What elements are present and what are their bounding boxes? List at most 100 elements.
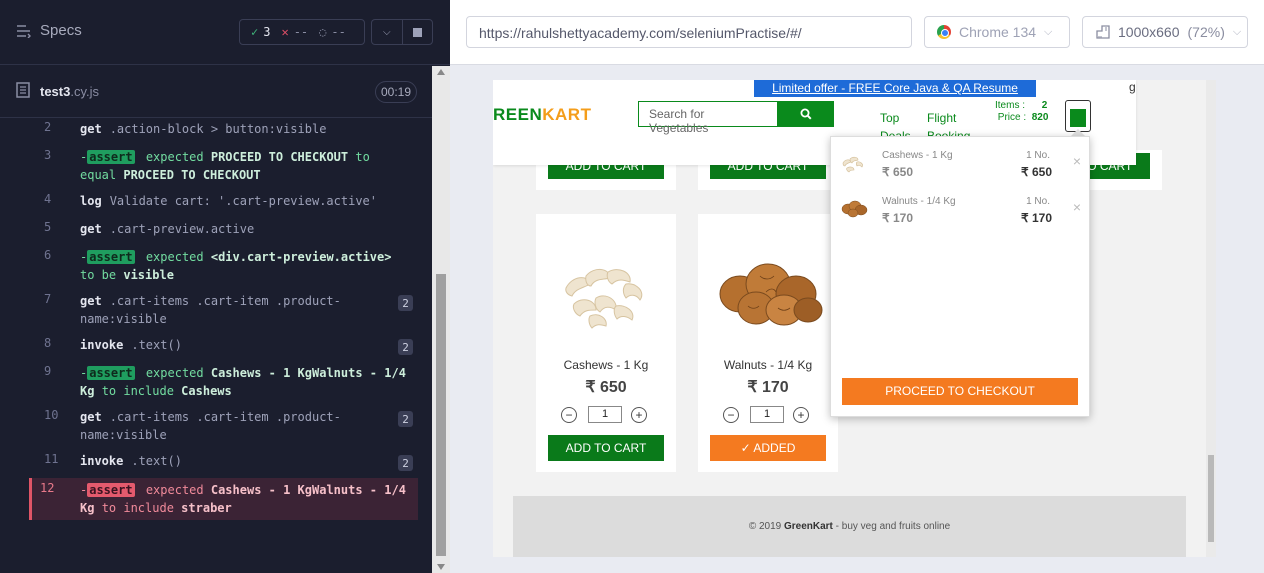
url-bar[interactable]: https://rahulshettyacademy.com/seleniumP…: [466, 16, 912, 48]
command-message: .cart-items .cart-item .product-: [109, 410, 341, 424]
limited-offer-link[interactable]: Limited offer - FREE Core Java & QA Resu…: [754, 80, 1036, 112]
add-to-cart-button[interactable]: ADD TO CART: [548, 435, 664, 461]
command-row[interactable]: 4 log Validate cart: '.cart-preview.activ…: [0, 192, 418, 212]
command-row[interactable]: 8 2 invoke .text(): [0, 336, 418, 356]
scrollbar-thumb[interactable]: [436, 274, 446, 556]
command-number: 4: [44, 192, 52, 206]
run-controls: ⌵: [371, 19, 433, 45]
assert-text: to include: [101, 384, 174, 398]
quantity-stepper: − 1 +: [561, 406, 651, 424]
nav-label: Top: [880, 111, 900, 125]
command-name: get: [80, 410, 102, 424]
spec-filename[interactable]: test3.cy.js: [40, 84, 99, 99]
stop-button[interactable]: [403, 20, 433, 44]
quantity-input[interactable]: 1: [750, 406, 784, 423]
file-icon: [16, 82, 30, 98]
items-label: Items: [995, 100, 1020, 111]
cart-item-price: ₹ 650: [882, 165, 913, 179]
assert-badge: assert: [87, 366, 135, 380]
command-row[interactable]: 9 - assert expected Cashews - 1 KgWalnuts…: [0, 364, 418, 400]
browser-name: Chrome 134: [959, 24, 1037, 40]
remove-item-icon[interactable]: ×: [1073, 153, 1081, 169]
assert-value: PROCEED TO CHECKOUT: [210, 150, 349, 164]
assert-value: Kg: [80, 501, 95, 515]
command-row[interactable]: 10 2 get .cart-items .cart-item .product-…: [0, 408, 418, 444]
command-number: 6: [44, 248, 52, 262]
command-number: 7: [44, 292, 52, 306]
command-row[interactable]: 3 - assert expected PROCEED TO CHECKOUT t…: [0, 148, 418, 184]
command-row[interactable]: 5 get .cart-preview.active: [0, 220, 418, 240]
command-message: .text(): [131, 454, 182, 468]
search-button[interactable]: [777, 101, 834, 127]
assert-value: Cashews: [181, 384, 232, 398]
logo-part: REEN: [493, 105, 543, 124]
command-message: .text(): [131, 338, 182, 352]
nav-label: Flight: [927, 111, 957, 125]
command-row[interactable]: 2 get .action-block > button:visible: [0, 119, 418, 146]
command-message: name:visible: [80, 428, 167, 442]
chrome-icon: [937, 25, 951, 39]
quantity-input[interactable]: 1: [588, 406, 622, 423]
command-row[interactable]: 11 2 invoke .text(): [0, 452, 418, 472]
aut-scrollbar[interactable]: [1206, 80, 1216, 557]
product-card: Walnuts - 1/4 Kg ₹ 170 − 1 + ✓ ADDED: [698, 214, 838, 472]
command-number: 2: [44, 120, 52, 134]
command-row[interactable]: 7 2 get .cart-items .cart-item .product- …: [0, 292, 418, 328]
command-number: 3: [44, 148, 52, 162]
reporter-header: Specs ✓ 3 ✕ -- ◌ -- ⌵: [0, 0, 450, 65]
assert-badge: assert: [87, 483, 135, 497]
cart-icon[interactable]: [1065, 100, 1091, 132]
reporter-scrollbar[interactable]: [432, 66, 450, 573]
assert-text: expected: [145, 483, 204, 497]
remove-item-icon[interactable]: ×: [1073, 199, 1081, 215]
assert-text: expected: [145, 366, 204, 380]
viewport-info[interactable]: 1000x660 (72%) ⌵: [1082, 16, 1248, 48]
collapse-button[interactable]: ⌵: [372, 20, 403, 44]
increment-button[interactable]: +: [631, 407, 647, 423]
search-input[interactable]: Search for Vegetables: [638, 101, 778, 135]
product-name: Walnuts - 1/4 Kg: [723, 358, 813, 372]
stat-failed: ✕ --: [281, 25, 308, 39]
element-count-badge: 2: [398, 455, 413, 471]
cart-info: Items : 2 Price : 820: [995, 100, 1049, 123]
command-name: invoke: [80, 338, 124, 352]
element-count-badge: 2: [398, 339, 413, 355]
decrement-button[interactable]: −: [723, 407, 739, 423]
assert-value: <div.cart-preview.active>: [210, 250, 392, 264]
scrollbar-thumb[interactable]: [1208, 455, 1214, 542]
cart-item-quantity: 1 No.: [1026, 150, 1050, 161]
browser-selector[interactable]: Chrome 134 ⌵: [924, 16, 1070, 48]
test-stats: ✓ 3 ✕ -- ◌ --: [239, 19, 365, 45]
increment-button[interactable]: +: [793, 407, 809, 423]
proceed-to-checkout-button[interactable]: PROCEED TO CHECKOUT: [842, 378, 1078, 405]
cart-item: Walnuts - 1/4 Kg ₹ 170 1 No. ₹ 170 ×: [831, 191, 1091, 231]
command-message: .action-block > button:visible: [109, 122, 327, 136]
specs-toggle[interactable]: Specs: [16, 22, 82, 39]
cart-item-total: ₹ 170: [1021, 211, 1052, 225]
command-number: 8: [44, 336, 52, 350]
product-price: ₹ 170: [747, 379, 789, 396]
assert-text: equal: [80, 168, 117, 182]
chevron-down-icon: ⌵: [1044, 25, 1053, 38]
assert-value: visible: [123, 268, 174, 282]
decrement-button[interactable]: −: [561, 407, 577, 423]
cart-item: Cashews - 1 Kg ₹ 650 1 No. ₹ 650 ×: [831, 145, 1091, 185]
failed-command-row[interactable]: 12 - assert expected Cashews - 1 KgWalnut…: [29, 478, 418, 520]
aut-panel: https://rahulshettyacademy.com/seleniumP…: [450, 0, 1264, 573]
command-message: .cart-items .cart-item .product-: [109, 294, 341, 308]
zoom-level: (72%): [1187, 24, 1225, 40]
product-name: Cashews - 1 Kg: [563, 358, 649, 372]
price-value: 820: [1031, 112, 1049, 123]
stat-pending: ◌ --: [319, 25, 346, 39]
logo-part: KART: [542, 105, 592, 124]
command-name: invoke: [80, 454, 124, 468]
command-row[interactable]: 6 - assert expected <div.cart-preview.act…: [0, 248, 418, 284]
scroll-down-arrow-icon[interactable]: [437, 564, 445, 570]
greenkart-logo[interactable]: REENKART: [493, 105, 591, 125]
assert-text: to include: [101, 501, 174, 515]
product-card: Cashews - 1 Kg ₹ 650 − 1 + ADD TO CART: [536, 214, 676, 472]
assert-badge: assert: [87, 150, 135, 164]
added-button[interactable]: ✓ ADDED: [710, 435, 826, 461]
scroll-up-arrow-icon[interactable]: [437, 69, 445, 75]
footer-brand: GreenKart: [783, 521, 833, 532]
